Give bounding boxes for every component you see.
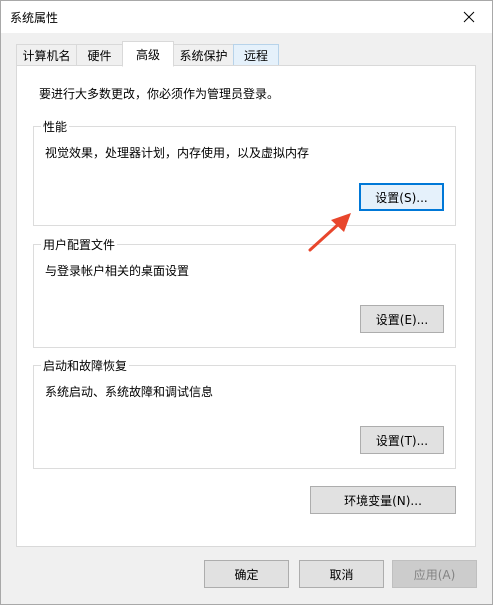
startup-recovery-group-label: 启动和故障恢复 bbox=[41, 357, 130, 374]
tab-remote[interactable]: 远程 bbox=[233, 44, 279, 66]
startup-recovery-group: 启动和故障恢复 系统启动、系统故障和调试信息 设置(T)... bbox=[33, 357, 456, 469]
performance-group: 性能 视觉效果，处理器计划，内存使用，以及虚拟内存 设置(S)... bbox=[33, 118, 456, 226]
system-properties-window: 系统属性 计算机名 硬件 高级 系统保护 远程 要进行大多数更改，你必须作为管理… bbox=[0, 0, 493, 605]
tab-strip: 计算机名 硬件 高级 系统保护 远程 bbox=[16, 41, 476, 67]
tab-computer-name[interactable]: 计算机名 bbox=[16, 44, 77, 66]
annotation-arrow-icon bbox=[308, 213, 351, 252]
startup-recovery-description: 系统启动、系统故障和调试信息 bbox=[45, 385, 214, 399]
title-bar[interactable]: 系统属性 bbox=[1, 1, 492, 33]
user-profiles-group: 用户配置文件 与登录帐户相关的桌面设置 设置(E)... bbox=[33, 236, 456, 348]
startup-recovery-settings-button[interactable]: 设置(T)... bbox=[360, 426, 444, 454]
tab-advanced[interactable]: 高级 bbox=[122, 41, 174, 67]
tab-hardware[interactable]: 硬件 bbox=[76, 44, 123, 66]
advanced-tab-panel: 要进行大多数更改，你必须作为管理员登录。 性能 视觉效果，处理器计划，内存使用，… bbox=[16, 65, 476, 547]
user-profiles-group-label: 用户配置文件 bbox=[41, 236, 118, 253]
performance-description: 视觉效果，处理器计划，内存使用，以及虚拟内存 bbox=[45, 146, 310, 160]
performance-group-label: 性能 bbox=[41, 118, 70, 135]
cancel-button[interactable]: 取消 bbox=[299, 560, 384, 588]
ok-button[interactable]: 确定 bbox=[204, 560, 289, 588]
environment-variables-button[interactable]: 环境变量(N)... bbox=[310, 486, 456, 514]
apply-button[interactable]: 应用(A) bbox=[392, 560, 477, 588]
admin-notice: 要进行大多数更改，你必须作为管理员登录。 bbox=[39, 87, 280, 101]
window-title: 系统属性 bbox=[10, 11, 59, 25]
close-icon bbox=[463, 11, 475, 22]
user-profiles-settings-button[interactable]: 设置(E)... bbox=[360, 305, 444, 333]
close-button[interactable] bbox=[446, 1, 492, 32]
tab-system-protection[interactable]: 系统保护 bbox=[173, 44, 234, 66]
user-profiles-description: 与登录帐户相关的桌面设置 bbox=[45, 264, 190, 278]
performance-settings-button[interactable]: 设置(S)... bbox=[359, 183, 444, 211]
